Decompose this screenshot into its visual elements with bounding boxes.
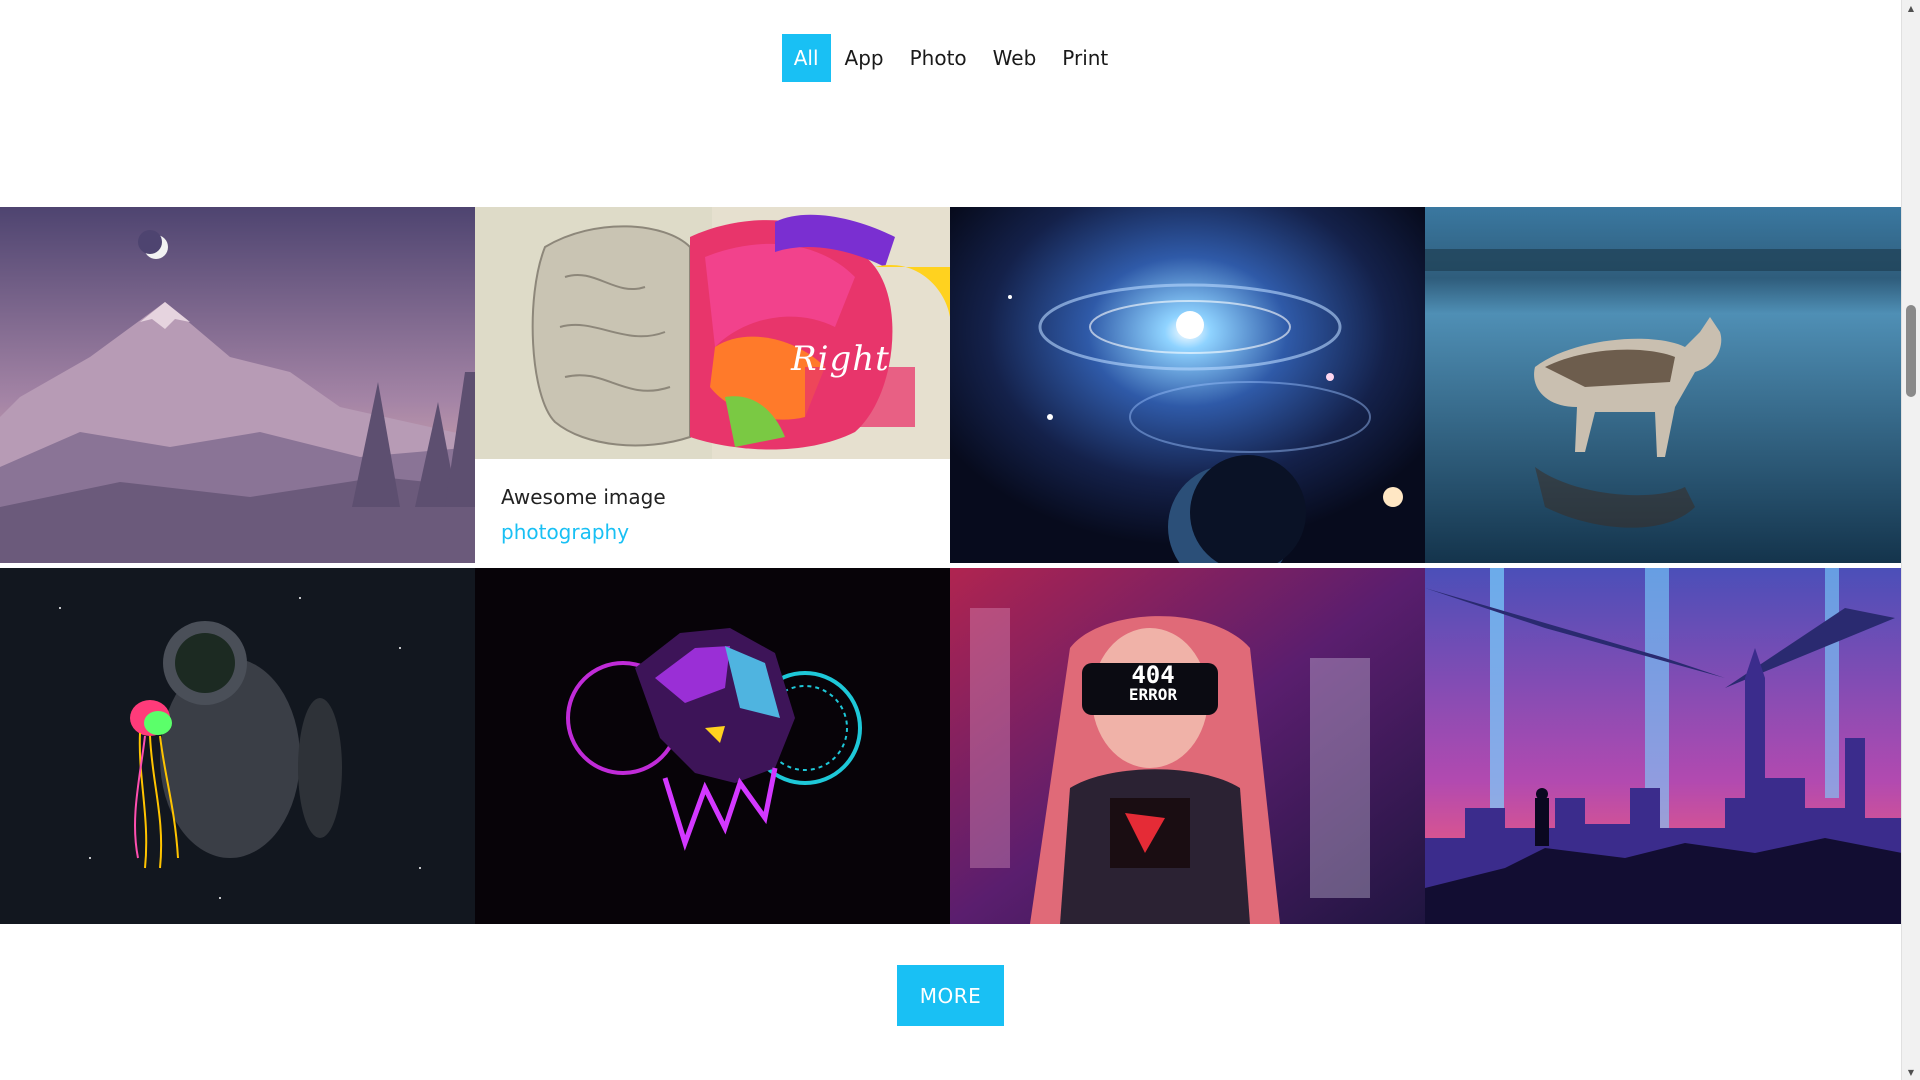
scroll-up-icon[interactable]: ▲ [1902, 0, 1920, 16]
gallery-item-astronaut[interactable] [0, 568, 475, 924]
cyberpunk-visor-text: 404 ERROR [1085, 661, 1221, 705]
gallery-item-mountain[interactable] [0, 207, 475, 563]
mountain-landscape-image [0, 207, 475, 563]
filter-photo-button[interactable]: Photo [898, 34, 979, 82]
filter-web-button[interactable]: Web [981, 34, 1049, 82]
cyberpunk-404-image [950, 568, 1425, 924]
gallery-item-panther[interactable] [475, 568, 950, 924]
panther-image [475, 568, 950, 924]
brain-art-right-text: Right [791, 339, 890, 379]
gallery-item-cyberpunk-404[interactable]: 404 ERROR [950, 568, 1425, 924]
neon-city-image [1425, 568, 1902, 924]
gallery-item-title: Awesome image [501, 485, 666, 509]
page-scrollbar[interactable]: ▲ ▼ [1901, 0, 1920, 1080]
filter-print-button[interactable]: Print [1050, 34, 1120, 82]
scrollbar-thumb[interactable] [1906, 305, 1916, 397]
gallery-item-category-link[interactable]: photography [501, 520, 629, 544]
brain-art-image: Right [475, 207, 950, 459]
more-button[interactable]: MORE [897, 965, 1004, 1026]
filter-app-button[interactable]: App [833, 34, 896, 82]
scroll-down-icon[interactable]: ▼ [1902, 1064, 1920, 1080]
gallery-item-caption: Awesome image photography [475, 459, 950, 563]
gallery-item-brain-art[interactable]: Right Awesome image photography [475, 207, 950, 563]
astronaut-image [0, 568, 475, 924]
visor-error-text: ERROR [1128, 685, 1178, 704]
portfolio-filter-bar: All App Photo Web Print [0, 34, 1902, 82]
filter-all-button[interactable]: All [781, 34, 831, 82]
gallery-item-husky[interactable] [1425, 207, 1902, 563]
gallery-item-galaxy[interactable] [950, 207, 1425, 563]
visor-404-text: 404 [1131, 661, 1175, 689]
husky-image [1425, 207, 1902, 563]
galaxy-image [950, 207, 1425, 563]
gallery-item-neon-city[interactable] [1425, 568, 1902, 924]
portfolio-gallery: Right Awesome image photography 404 ERRO… [0, 207, 1902, 924]
